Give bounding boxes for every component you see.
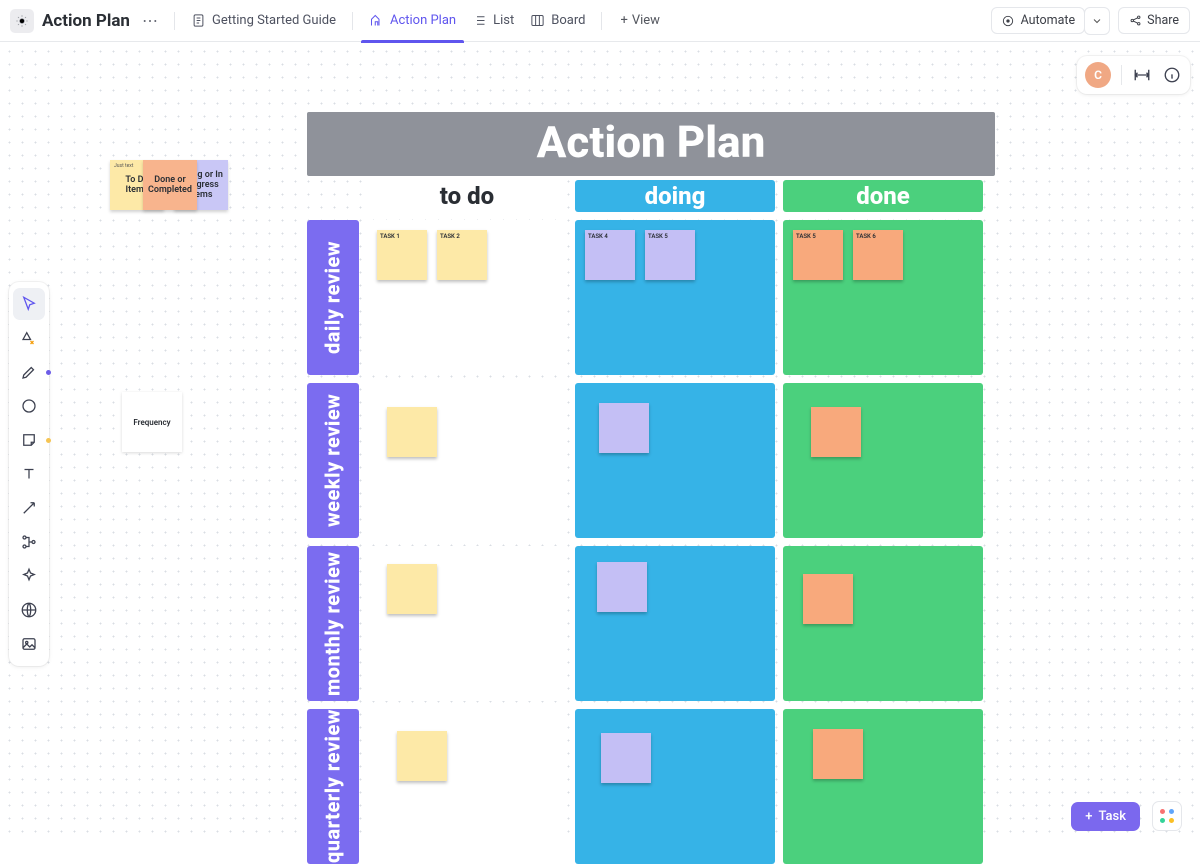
row-header-weekly: weekly review (307, 383, 359, 538)
pen-tool-icon[interactable] (13, 356, 45, 388)
add-view-button[interactable]: + View (610, 13, 670, 28)
separator (352, 12, 353, 30)
whiteboard-canvas[interactable]: C Just text To Do Items Doing or In prog… (0, 42, 1200, 843)
diagram-tool-icon[interactable] (13, 526, 45, 558)
cell-weekly-todo[interactable] (367, 383, 567, 538)
cell-daily-done[interactable]: TASK 5 TASK 6 (783, 220, 983, 375)
cell-daily-todo[interactable]: TASK 1 TASK 2 (367, 220, 567, 375)
tab-getting-started[interactable]: Getting Started Guide (183, 0, 344, 42)
tab-list[interactable]: List (464, 0, 522, 42)
page-title: Action Plan (42, 11, 130, 31)
tab-label: Getting Started Guide (212, 13, 336, 28)
plus-icon: + (620, 13, 627, 28)
task-note[interactable]: TASK 6 (853, 230, 903, 280)
task-note[interactable]: TASK 5 (645, 230, 695, 280)
task-note[interactable] (599, 403, 649, 453)
connector-tool-icon[interactable] (13, 492, 45, 524)
shape-tool-icon[interactable] (13, 390, 45, 422)
task-button-label: Task (1098, 809, 1126, 824)
image-tool-icon[interactable] (13, 628, 45, 660)
row-header-monthly: monthly review (307, 546, 359, 701)
apps-grid-icon (1160, 809, 1174, 823)
task-note[interactable] (811, 407, 861, 457)
tab-label: Board (551, 13, 585, 28)
cell-monthly-todo[interactable] (367, 546, 567, 701)
cell-weekly-done[interactable] (783, 383, 983, 538)
frequency-label: Frequency (133, 418, 170, 427)
automate-button[interactable]: Automate (991, 7, 1086, 34)
tab-label: Action Plan (390, 13, 456, 28)
cell-quarterly-todo[interactable] (367, 709, 567, 864)
separator (601, 12, 602, 30)
separator (174, 12, 175, 30)
add-view-label: View (632, 13, 660, 28)
fit-width-icon[interactable] (1132, 65, 1152, 85)
automate-label: Automate (1021, 13, 1076, 28)
task-note[interactable]: TASK 4 (585, 230, 635, 280)
new-task-button[interactable]: + Task (1071, 802, 1140, 831)
tab-action-plan[interactable]: Action Plan (361, 0, 464, 42)
column-header-doing: doing (575, 180, 775, 212)
info-icon[interactable] (1162, 65, 1182, 85)
task-note[interactable] (803, 574, 853, 624)
cell-monthly-doing[interactable] (575, 546, 775, 701)
column-header-todo: to do (367, 180, 567, 212)
task-note[interactable] (813, 729, 863, 779)
tab-board[interactable]: Board (522, 0, 593, 42)
web-tool-icon[interactable] (13, 594, 45, 626)
tool-rail (9, 282, 49, 666)
legend-tiny-label: Just text (114, 163, 133, 169)
task-note[interactable] (597, 562, 647, 612)
canvas-controls: C (1077, 56, 1190, 94)
cell-weekly-doing[interactable] (575, 383, 775, 538)
plus-icon: + (1085, 809, 1092, 824)
board-title: Action Plan (307, 112, 995, 176)
task-note[interactable] (387, 407, 437, 457)
row-header-daily: daily review (307, 220, 359, 375)
legend-done-label: Done or Completed (147, 175, 193, 195)
text-tool-icon[interactable] (13, 458, 45, 490)
more-menu-icon[interactable]: ⋯ (134, 11, 166, 30)
top-bar: Action Plan ⋯ Getting Started Guide Acti… (0, 0, 1200, 42)
select-tool-icon[interactable] (13, 288, 45, 320)
separator (1121, 65, 1122, 85)
task-note[interactable]: TASK 1 (377, 230, 427, 280)
cell-daily-doing[interactable]: TASK 4 TASK 5 (575, 220, 775, 375)
legend-done-note[interactable]: Done or Completed (143, 160, 197, 210)
cell-quarterly-done[interactable] (783, 709, 983, 864)
action-plan-board: Action Plan to do doing done daily revie… (307, 112, 995, 864)
tab-label: List (493, 13, 514, 28)
share-label: Share (1147, 13, 1179, 28)
row-header-quarterly: quarterly review (307, 709, 359, 864)
cell-quarterly-doing[interactable] (575, 709, 775, 864)
cell-monthly-done[interactable] (783, 546, 983, 701)
ai-tool-icon[interactable] (13, 560, 45, 592)
doc-icon[interactable] (10, 9, 34, 33)
automate-dropdown[interactable] (1084, 7, 1110, 35)
task-note[interactable] (601, 733, 651, 783)
avatar[interactable]: C (1085, 62, 1111, 88)
task-note[interactable]: TASK 5 (793, 230, 843, 280)
sticky-note-tool-icon[interactable] (13, 424, 45, 456)
column-header-done: done (783, 180, 983, 212)
shape-generate-tool-icon[interactable] (13, 322, 45, 354)
apps-button[interactable] (1152, 801, 1182, 831)
task-note[interactable] (387, 564, 437, 614)
task-note[interactable]: TASK 2 (437, 230, 487, 280)
task-note[interactable] (397, 731, 447, 781)
frequency-card[interactable]: Frequency (122, 392, 182, 452)
share-button[interactable]: Share (1118, 7, 1190, 34)
